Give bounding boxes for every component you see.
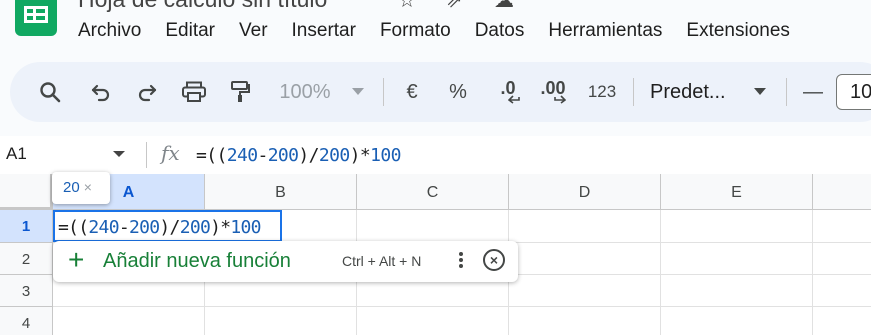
chevron-down-icon[interactable]	[752, 62, 768, 122]
menu-herramientas[interactable]: Herramientas	[548, 20, 662, 42]
toolbar-divider	[383, 78, 384, 106]
column-header-f[interactable]	[813, 174, 871, 210]
undo-icon[interactable]	[88, 62, 114, 122]
formula-bar: A1 fx =((240-200)/200)*100	[0, 136, 871, 174]
formula-bar-divider	[146, 142, 147, 168]
percent-format-button[interactable]: %	[446, 62, 470, 122]
add-function-suggestion: + Añadir nueva función Ctrl + Alt + N ×	[53, 241, 518, 282]
print-icon[interactable]	[179, 62, 209, 122]
font-size-input[interactable]: 10	[836, 74, 871, 110]
arrow-right-icon	[554, 95, 566, 104]
cell-a1-editor[interactable]: =((240-200)/200)*100	[58, 217, 262, 238]
chevron-down-icon[interactable]	[113, 151, 125, 157]
toolbar-divider	[786, 78, 787, 106]
menu-archivo[interactable]: Archivo	[78, 20, 141, 42]
gridline	[812, 210, 813, 335]
formula-result-preview: 20 ×	[52, 172, 110, 204]
toolbar-divider	[633, 78, 634, 106]
plus-icon[interactable]: +	[68, 245, 84, 275]
keyboard-shortcut: Ctrl + Alt + N	[342, 253, 422, 269]
chevron-down-icon[interactable]	[350, 62, 366, 122]
add-function-button[interactable]: Añadir nueva función	[103, 250, 291, 273]
arrow-left-icon	[508, 95, 520, 104]
star-icon[interactable]: ☆	[398, 0, 416, 13]
more-options-icon[interactable]	[459, 250, 463, 270]
font-family-select[interactable]: Predet...	[650, 62, 736, 122]
column-header-b[interactable]: B	[205, 174, 357, 210]
row-header-2[interactable]: 2	[0, 243, 53, 275]
menu-insertar[interactable]: Insertar	[292, 20, 356, 42]
select-all-corner[interactable]	[0, 174, 53, 210]
name-box[interactable]: A1	[6, 144, 27, 164]
cloud-status-icon[interactable]: ☁	[494, 0, 514, 13]
increase-decimals-button[interactable]: .00	[536, 62, 570, 122]
menu-editar[interactable]: Editar	[165, 20, 215, 42]
close-icon[interactable]: ×	[84, 179, 92, 195]
menu-bar: Archivo Editar Ver Insertar Formato Dato…	[78, 20, 814, 42]
gridline	[53, 306, 871, 307]
column-header-e[interactable]: E	[661, 174, 813, 210]
decrease-decimals-button[interactable]: .0	[492, 62, 524, 122]
menu-formato[interactable]: Formato	[380, 20, 451, 42]
row-header-3[interactable]: 3	[0, 275, 53, 307]
row-header-4[interactable]: 4	[0, 307, 53, 335]
fx-icon: fx	[161, 141, 180, 165]
column-header-c[interactable]: C	[357, 174, 509, 210]
move-icon[interactable]: ⇗	[446, 0, 463, 13]
currency-format-button[interactable]: €	[400, 62, 424, 122]
font-size-decrease-button[interactable]: —	[800, 62, 826, 122]
toolbar: 100% € % .0 .00 123 Predet... — 10	[10, 62, 871, 122]
menu-datos[interactable]: Datos	[475, 20, 525, 42]
gridline	[660, 210, 661, 335]
search-icon[interactable]	[36, 62, 64, 122]
paint-format-icon[interactable]	[226, 62, 254, 122]
column-header-d[interactable]: D	[509, 174, 661, 210]
menu-extensiones[interactable]: Extensiones	[686, 20, 790, 42]
zoom-select[interactable]: 100%	[270, 62, 340, 122]
row-header-1[interactable]: 1	[0, 210, 53, 243]
redo-icon[interactable]	[134, 62, 160, 122]
document-title[interactable]: Hoja de cálculo sin título	[78, 0, 327, 13]
sheets-logo[interactable]	[15, 0, 57, 36]
preview-value: 20	[63, 179, 80, 196]
number-format-button[interactable]: 123	[584, 62, 620, 122]
formula-input[interactable]: =((240-200)/200)*100	[196, 145, 401, 166]
close-circle-icon[interactable]: ×	[483, 249, 505, 271]
menu-ver[interactable]: Ver	[239, 20, 268, 42]
